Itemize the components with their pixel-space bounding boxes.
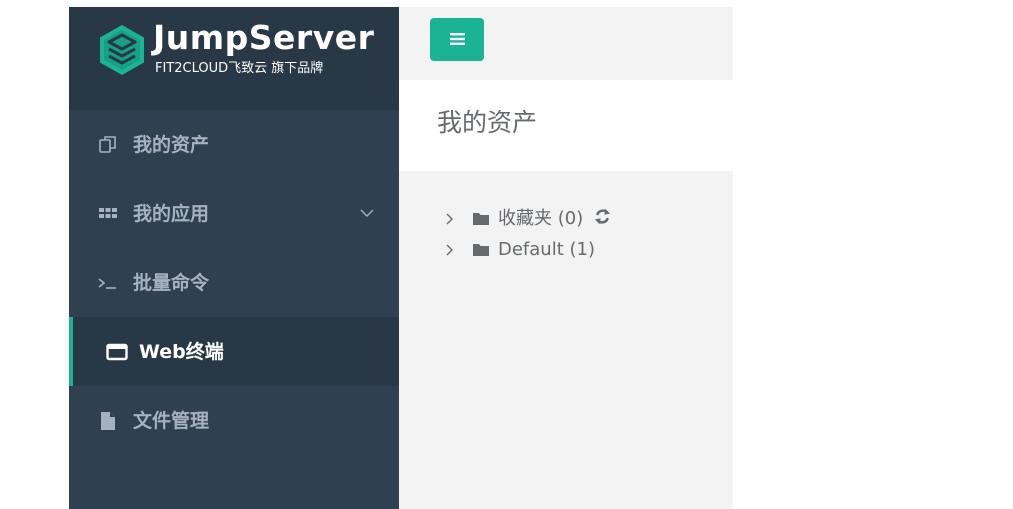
sidebar-item-label: 我的应用	[133, 203, 210, 225]
page-title: 我的资产	[437, 108, 538, 137]
page-heading: 我的资产	[399, 80, 733, 171]
sidebar-item-my-assets[interactable]: 我的资产	[69, 110, 399, 179]
sidebar-item-web-terminal[interactable]: Web终端	[69, 317, 399, 386]
chevron-right-icon[interactable]	[445, 243, 455, 257]
folder-icon	[473, 213, 489, 225]
asset-tree: 收藏夹 (0) Default (1)	[399, 203, 733, 265]
main-content: 我的资产 收藏夹 (0) Default (1)	[399, 7, 733, 509]
sidebar-item-label: 批量命令	[133, 272, 210, 294]
file-icon	[101, 412, 115, 430]
brand-name: JumpServer	[153, 18, 375, 57]
brand-tagline: FIT2CLOUD飞致云 旗下品牌	[155, 61, 324, 76]
hamburger-menu-icon	[450, 33, 465, 45]
logo-area: JumpServer FIT2CLOUD飞致云 旗下品牌	[69, 7, 399, 110]
chevron-right-icon[interactable]	[445, 212, 455, 226]
sidebar-item-label: 我的资产	[133, 134, 210, 156]
top-navbar	[399, 7, 733, 80]
sidebar-item-batch-command[interactable]: 批量命令	[69, 248, 399, 317]
tree-node-label[interactable]: 收藏夹 (0)	[498, 208, 583, 230]
tree-node-default[interactable]: Default (1)	[399, 234, 733, 265]
terminal-prompt-icon	[98, 278, 116, 289]
sidebar-item-file-manager[interactable]: 文件管理	[69, 386, 399, 455]
sidebar: JumpServer FIT2CLOUD飞致云 旗下品牌 我的资产 我的应用 批…	[69, 7, 399, 509]
jumpserver-logo-icon	[100, 25, 144, 75]
sidebar-item-my-apps[interactable]: 我的应用	[69, 179, 399, 248]
chevron-down-icon[interactable]	[359, 205, 375, 221]
app-frame: JumpServer FIT2CLOUD飞致云 旗下品牌 我的资产 我的应用 批…	[69, 7, 733, 509]
sidebar-toggle-button[interactable]	[430, 18, 484, 61]
refresh-icon[interactable]	[593, 207, 612, 226]
sidebar-item-label: Web终端	[139, 341, 224, 363]
window-icon	[106, 343, 128, 361]
tree-node-label[interactable]: Default (1)	[498, 239, 595, 261]
folder-icon	[473, 244, 489, 256]
assets-icon	[99, 136, 116, 153]
sidebar-nav: 我的资产 我的应用 批量命令 Web终端 文件管理	[69, 110, 399, 455]
tree-node-favorites[interactable]: 收藏夹 (0)	[399, 203, 733, 234]
grid-icon	[99, 208, 117, 218]
sidebar-item-label: 文件管理	[133, 410, 210, 432]
